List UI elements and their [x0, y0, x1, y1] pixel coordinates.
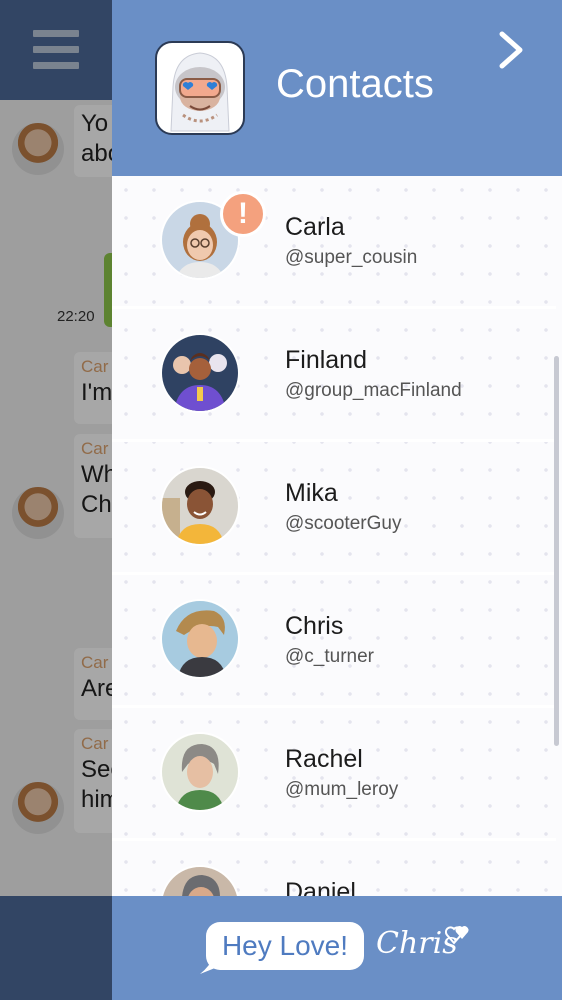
avatar — [160, 732, 240, 812]
chevron-right-icon[interactable] — [492, 28, 532, 72]
drawer-footer: Hey Love! Chris — [112, 896, 562, 1000]
drawer-header: Contacts — [112, 0, 562, 176]
contact-row-daniel[interactable]: Daniel — [112, 841, 556, 896]
dim-overlay[interactable] — [0, 0, 112, 1000]
contact-handle: @super_cousin — [285, 247, 418, 268]
contacts-drawer: Contacts ! Carla @super_cousin Finland @… — [112, 0, 562, 1000]
contact-name: Chris — [285, 612, 344, 640]
avatar — [160, 599, 240, 679]
contact-name: Mika — [285, 479, 338, 507]
contact-name: Rachel — [285, 745, 363, 773]
app-logo-text: Hey Love! — [206, 922, 364, 970]
contact-name: Finland — [285, 346, 367, 374]
contact-handle: @scooterGuy — [285, 513, 402, 534]
hearts-icon — [445, 926, 469, 945]
contact-row-rachel[interactable]: Rachel @mum_leroy — [112, 708, 556, 841]
contact-row-finland[interactable]: Finland @group_macFinland — [112, 309, 556, 442]
contact-handle: @group_macFinland — [285, 380, 462, 401]
contact-name: Carla — [285, 213, 345, 241]
avatar — [160, 466, 240, 546]
contact-handle: @mum_leroy — [285, 779, 399, 800]
app-logo-icon — [155, 41, 245, 135]
contact-row-mika[interactable]: Mika @scooterGuy — [112, 442, 556, 575]
contact-row-carla[interactable]: ! Carla @super_cousin — [112, 176, 556, 309]
contacts-list[interactable]: ! Carla @super_cousin Finland @group_mac… — [112, 176, 562, 896]
avatar — [160, 865, 240, 896]
contact-row-chris[interactable]: Chris @c_turner — [112, 575, 556, 708]
scrollbar[interactable] — [554, 356, 559, 746]
page-title: Contacts — [276, 62, 434, 106]
avatar — [160, 333, 240, 413]
alert-badge: ! — [220, 191, 266, 237]
contact-name: Daniel — [285, 878, 356, 896]
contact-handle: @c_turner — [285, 646, 374, 667]
